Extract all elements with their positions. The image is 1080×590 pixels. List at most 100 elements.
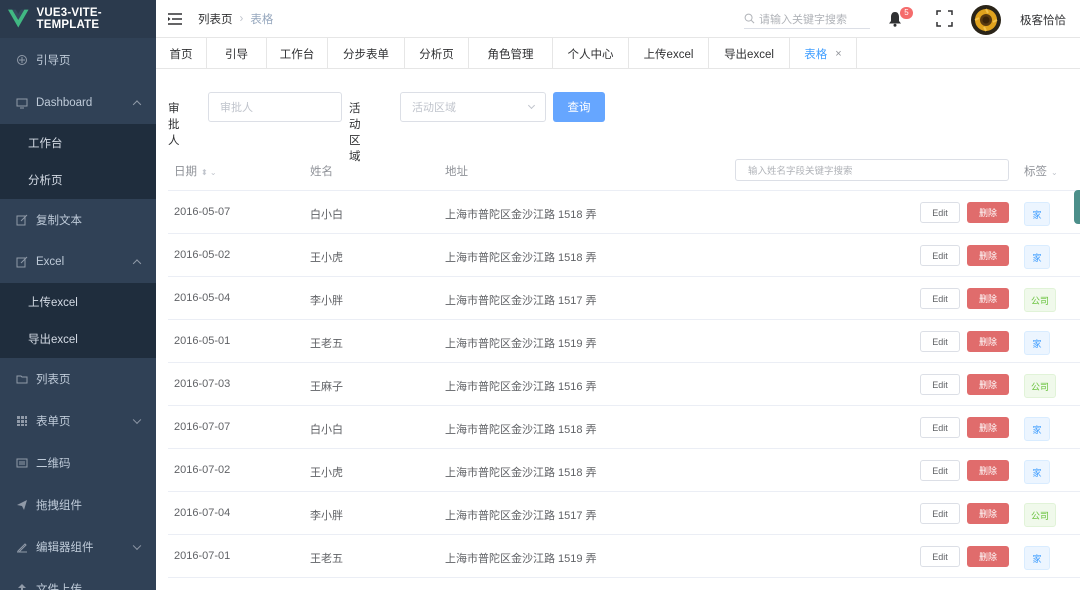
cell-name: 王老五 xyxy=(310,553,343,565)
sidebar-item-form[interactable]: 表单页 xyxy=(0,400,156,442)
filter-dropdown-icon[interactable]: ⌄ xyxy=(1051,168,1058,177)
cell-name: 王小虎 xyxy=(310,252,343,264)
close-icon[interactable]: × xyxy=(835,48,841,60)
cell-name: 王小虎 xyxy=(310,467,343,479)
tab-analysis[interactable]: 分析页 xyxy=(405,38,469,69)
table-row: 2016-07-07 白小白 上海市普陀区金沙江路 1518 弄 Edit 删除家 xyxy=(168,406,1080,449)
tab-profile[interactable]: 个人中心 xyxy=(553,38,629,69)
search-icon xyxy=(744,13,755,24)
chevron-right-icon: › xyxy=(239,12,244,25)
sidebar-item-drag[interactable]: 拖拽组件 xyxy=(0,484,156,526)
sidebar-item-label: 编辑器组件 xyxy=(36,542,94,554)
region-select[interactable]: 活动区域 xyxy=(400,92,546,122)
column-date[interactable]: 日期 ⬍ ⌄ xyxy=(174,163,217,179)
edit-button[interactable]: Edit xyxy=(920,245,960,266)
settings-drawer-handle[interactable] xyxy=(1074,190,1080,224)
sidebar-item-upload-excel[interactable]: 上传excel xyxy=(0,283,156,321)
sidebar-item-export-excel[interactable]: 导出excel xyxy=(0,320,156,358)
tab-label: 表格 xyxy=(804,48,828,61)
column-address: 地址 xyxy=(445,166,468,178)
guide-icon xyxy=(16,54,28,66)
edit-button[interactable]: Edit xyxy=(920,331,960,352)
sidebar-item-label: 拖拽组件 xyxy=(36,500,82,512)
delete-button[interactable]: 删除 xyxy=(967,331,1009,352)
sidebar-item-label: Excel xyxy=(36,256,65,268)
app-root: VUE3-VITE-TEMPLATE 引导页 Dashboard 工作台 分析页… xyxy=(0,0,1080,590)
sidebar-item-analysis[interactable]: 分析页 xyxy=(0,161,156,199)
table-row: 2016-07-02 王小虎 上海市普陀区金沙江路 1518 弄 Edit 删除家 xyxy=(168,449,1080,492)
delete-button[interactable]: 删除 xyxy=(967,288,1009,309)
username[interactable]: 极客恰恰 xyxy=(1020,12,1066,28)
table-header: 日期 ⬍ ⌄ 姓名 地址 输入姓名字段关键字搜索 标签 ⌄ xyxy=(168,148,1080,191)
cell-date: 2016-05-07 xyxy=(174,206,231,218)
cell-address: 上海市普陀区金沙江路 1517 弄 xyxy=(445,510,597,522)
sidebar-item-workbench[interactable]: 工作台 xyxy=(0,124,156,162)
cell-address: 上海市普陀区金沙江路 1518 弄 xyxy=(445,467,597,479)
send-icon xyxy=(16,499,28,511)
tab-workbench[interactable]: 工作台 xyxy=(267,38,328,69)
tag-badge: 公司 xyxy=(1024,503,1056,527)
sidebar-item-guide[interactable]: 引导页 xyxy=(0,38,156,82)
fullscreen-icon[interactable] xyxy=(936,10,953,27)
sidebar-item-upload[interactable]: 文件上传 xyxy=(0,568,156,590)
header-search[interactable]: 请输入关键字搜索 xyxy=(744,9,870,29)
pen-icon xyxy=(16,541,28,553)
approver-placeholder: 审批人 xyxy=(220,102,253,114)
breadcrumb-item[interactable]: 列表页 xyxy=(198,11,233,27)
cell-date: 2016-07-04 xyxy=(174,507,231,519)
table-row: 2016-07-03 王麻子 上海市普陀区金沙江路 1516 弄 Edit 删除 公司 xyxy=(168,363,1080,406)
cell-address: 上海市普陀区金沙江路 1518 弄 xyxy=(445,252,597,264)
cell-name: 白小白 xyxy=(310,424,343,436)
approver-input[interactable]: 审批人 xyxy=(208,92,342,122)
delete-button[interactable]: 删除 xyxy=(967,546,1009,567)
edit-button[interactable]: Edit xyxy=(920,460,960,481)
edit-button[interactable]: Edit xyxy=(920,546,960,567)
cell-address: 上海市普陀区金沙江路 1517 弄 xyxy=(445,295,597,307)
logo[interactable]: VUE3-VITE-TEMPLATE xyxy=(0,0,156,38)
tag-badge: 家 xyxy=(1024,245,1050,269)
edit-button[interactable]: Edit xyxy=(920,503,960,524)
cell-address: 上海市普陀区金沙江路 1519 弄 xyxy=(445,338,597,350)
tag-badge: 家 xyxy=(1024,417,1050,441)
tab-step-form[interactable]: 分步表单 xyxy=(328,38,405,69)
delete-button[interactable]: 删除 xyxy=(967,503,1009,524)
region-placeholder: 活动区域 xyxy=(412,102,456,114)
delete-button[interactable]: 删除 xyxy=(967,245,1009,266)
tab-role[interactable]: 角色管理 xyxy=(469,38,553,69)
tab-export-excel[interactable]: 导出excel xyxy=(709,38,790,69)
query-button[interactable]: 查询 xyxy=(553,92,605,122)
sidebar-item-qrcode[interactable]: 二维码 xyxy=(0,442,156,484)
delete-button[interactable]: 删除 xyxy=(967,417,1009,438)
tag-badge: 家 xyxy=(1024,202,1050,226)
avatar[interactable] xyxy=(971,5,1001,35)
edit-button[interactable]: Edit xyxy=(920,417,960,438)
cell-date: 2016-07-07 xyxy=(174,421,231,433)
cell-address: 上海市普陀区金沙江路 1518 弄 xyxy=(445,209,597,221)
sidebar-item-excel[interactable]: Excel xyxy=(0,241,156,283)
delete-button[interactable]: 删除 xyxy=(967,374,1009,395)
hamburger-icon[interactable] xyxy=(168,12,182,25)
tab-table[interactable]: 表格 × xyxy=(790,38,857,69)
table-row: 2016-05-04 李小胖 上海市普陀区金沙江路 1517 弄 Edit 删除 公司 xyxy=(168,277,1080,320)
delete-button[interactable]: 删除 xyxy=(967,202,1009,223)
sidebar-item-editor[interactable]: 编辑器组件 xyxy=(0,526,156,568)
chevron-down-icon xyxy=(132,541,142,551)
tags-view: 首页 引导 工作台 分步表单 分析页 角色管理 个人中心 上传excel 导出e… xyxy=(156,38,1080,69)
edit-button[interactable]: Edit xyxy=(920,288,960,309)
tab-guide[interactable]: 引导 xyxy=(207,38,267,69)
sort-icon[interactable]: ⬍ ⌄ xyxy=(201,168,217,177)
column-tag[interactable]: 标签 ⌄ xyxy=(1024,163,1058,179)
tab-home[interactable]: 首页 xyxy=(156,38,207,69)
edit-button[interactable]: Edit xyxy=(920,374,960,395)
table-row: 2016-05-07 白小白 上海市普陀区金沙江路 1518 弄 Edit 删除家 xyxy=(168,191,1080,234)
sidebar-item-dashboard[interactable]: Dashboard xyxy=(0,82,156,124)
data-table: 日期 ⬍ ⌄ 姓名 地址 输入姓名字段关键字搜索 标签 ⌄ 2016-05-07 白小… xyxy=(168,148,1080,578)
sidebar-item-list[interactable]: 列表页 xyxy=(0,358,156,400)
table-search-input[interactable]: 输入姓名字段关键字搜索 xyxy=(735,159,1009,181)
delete-button[interactable]: 删除 xyxy=(967,460,1009,481)
sidebar-item-copy-text[interactable]: 复制文本 xyxy=(0,199,156,241)
edit-button[interactable]: Edit xyxy=(920,202,960,223)
table-body: 2016-05-07 白小白 上海市普陀区金沙江路 1518 弄 Edit 删除家 201… xyxy=(168,191,1080,578)
tag-badge: 公司 xyxy=(1024,374,1056,398)
tab-upload-excel[interactable]: 上传excel xyxy=(629,38,709,69)
